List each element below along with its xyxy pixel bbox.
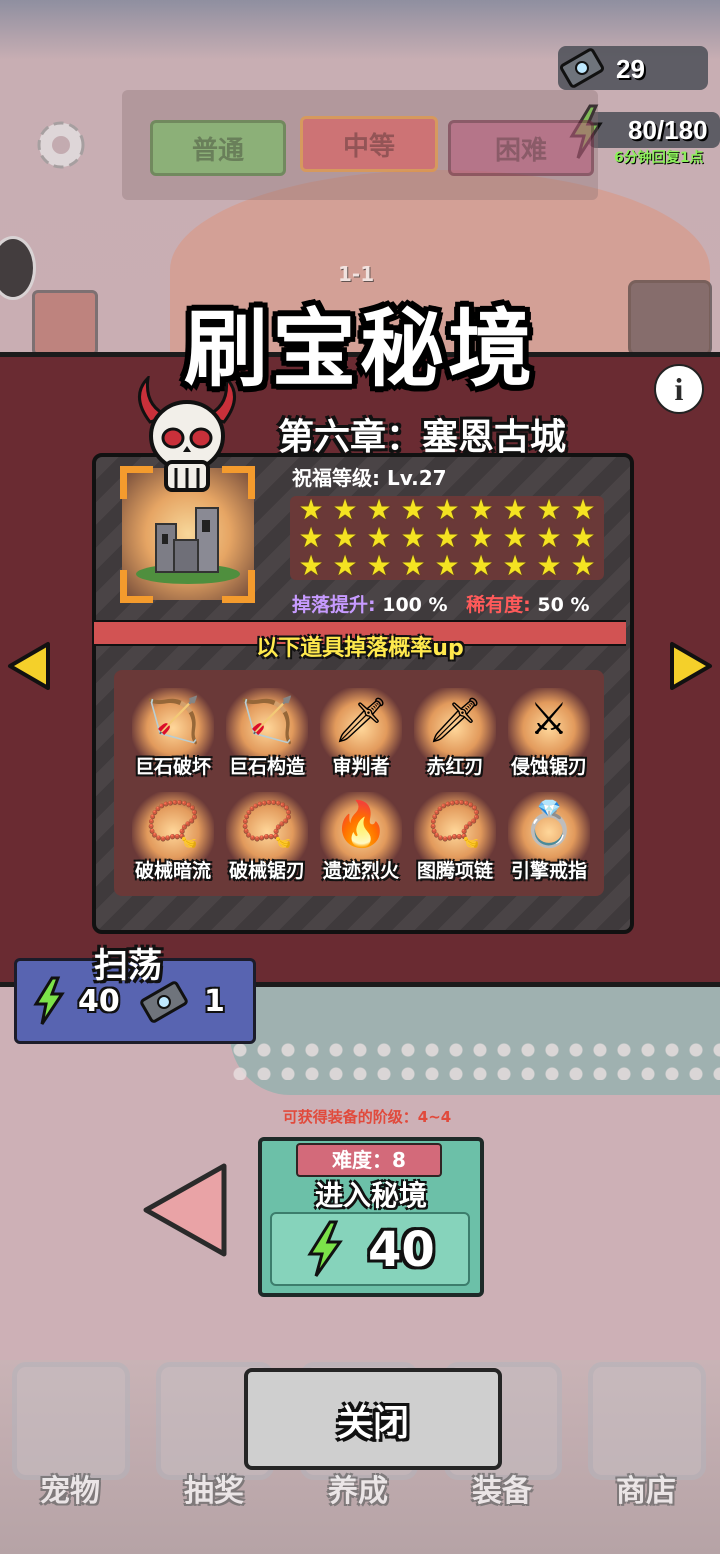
star-icon: ★ — [400, 493, 426, 526]
star-icon: ★ — [468, 521, 494, 554]
difficulty-badge: 难度：8 — [296, 1143, 442, 1177]
item-name: 侵蚀锯刃 — [510, 756, 587, 778]
star-icon: ★ — [366, 493, 392, 526]
ticket-icon — [560, 48, 604, 88]
boosted-item[interactable]: 💍 引擎戒指 — [504, 784, 594, 884]
star-icon: ★ — [298, 521, 324, 554]
selection-corner — [222, 570, 255, 603]
fire-ring-icon: 🔥 — [333, 799, 389, 850]
nav-pet[interactable] — [12, 1362, 130, 1480]
star-icon: ★ — [434, 493, 460, 526]
rarity-label: 稀有度: — [466, 594, 531, 616]
enter-cost: 40 — [368, 1222, 435, 1278]
saw-blade-icon: ⚔ — [529, 694, 569, 745]
star-grid: ★ ★ ★ ★ ★ ★ ★ ★ ★ ★ ★ ★ ★ ★ ★ ★ ★ ★ ★ ★ ★ ★ ★ ★ ★ ★ ★ — [290, 496, 604, 580]
sword-icon: 🗡 — [333, 695, 389, 746]
energy-value: 80/180 — [628, 115, 708, 145]
boosted-item[interactable]: 🗡 审判者 — [316, 680, 406, 780]
star-icon: ★ — [332, 521, 358, 554]
necklace-icon: 📿 — [239, 799, 295, 850]
item-name: 图腾项链 — [416, 860, 493, 882]
star-icon: ★ — [570, 521, 596, 554]
bow-icon: 🏹 — [145, 695, 201, 746]
back-arrow-icon[interactable] — [140, 1160, 232, 1260]
enter-energy-icon — [304, 1220, 346, 1278]
sweep-ticket-cost: 1 — [204, 984, 225, 1019]
star-icon: ★ — [502, 549, 528, 582]
enter-realm-label: 进入秘境 — [314, 1179, 427, 1212]
boosted-item[interactable]: 📿 破械锯刃 — [222, 784, 312, 884]
drop-boost-value: 100 % — [382, 594, 448, 616]
drop-rates: 掉落提升: 100 % 稀有度: 50 % — [292, 590, 590, 617]
rarity-value: 50 % — [537, 594, 590, 616]
settings-gear-icon[interactable] — [30, 114, 92, 176]
tab-hard[interactable]: 困难 — [448, 120, 594, 176]
item-name: 巨石破坏 — [134, 756, 211, 778]
tab-medium[interactable]: 中等 — [300, 116, 438, 172]
item-name: 审判者 — [332, 756, 390, 778]
ring-icon: 💍 — [521, 799, 577, 850]
boosted-item[interactable]: ⚔ 侵蚀锯刃 — [504, 680, 594, 780]
shop-icon — [588, 1362, 706, 1480]
drop-boost-label: 掉落提升: — [292, 594, 376, 616]
sweep-ticket-icon — [138, 978, 190, 1026]
nav-shop[interactable] — [588, 1362, 706, 1480]
sea-foam — [230, 1040, 720, 1080]
item-name: 破械锯刃 — [228, 860, 305, 882]
necklace-icon: 📿 — [145, 799, 201, 850]
boosted-item[interactable]: 🔥 遗迹烈火 — [316, 784, 406, 884]
selection-corner — [120, 570, 153, 603]
star-icon: ★ — [570, 549, 596, 582]
item-name: 遗迹烈火 — [322, 860, 399, 882]
star-icon: ★ — [502, 521, 528, 554]
nav-label-equipment: 装备 — [472, 1474, 532, 1509]
star-icon: ★ — [400, 549, 426, 582]
star-icon: ★ — [434, 521, 460, 554]
nav-label-pet: 宠物 — [40, 1474, 100, 1509]
blade-icon: 🗡 — [427, 695, 483, 746]
boosted-item[interactable]: 📿 破械暗流 — [128, 784, 218, 884]
item-name: 赤红刃 — [426, 756, 484, 778]
star-icon: ★ — [400, 521, 426, 554]
item-name: 引擎戒指 — [510, 860, 587, 882]
next-chapter-arrow-icon[interactable] — [668, 640, 714, 692]
star-icon: ★ — [332, 549, 358, 582]
boosted-item[interactable]: 🏹 巨石构造 — [222, 680, 312, 780]
equipment-tier-text: 可获得装备的阶级：4~4 — [282, 1108, 452, 1126]
star-icon: ★ — [536, 493, 562, 526]
sweep-energy-cost: 40 — [78, 984, 120, 1019]
drop-up-banner-text: 以下道具掉落概率up — [256, 636, 464, 661]
item-name: 巨石构造 — [228, 756, 305, 778]
ticket-count: 29 — [616, 54, 645, 84]
boosted-item[interactable]: 🗡 赤红刃 — [410, 680, 500, 780]
nav-label-shop: 商店 — [616, 1474, 676, 1509]
star-icon: ★ — [434, 549, 460, 582]
nav-label-lottery: 抽奖 — [184, 1474, 244, 1509]
star-icon: ★ — [366, 521, 392, 554]
star-icon: ★ — [298, 549, 324, 582]
item-name: 破械暗流 — [134, 860, 211, 882]
star-icon: ★ — [502, 493, 528, 526]
close-button-label: 关闭 — [336, 1403, 409, 1444]
boosted-item[interactable]: 📿 图腾项链 — [410, 784, 500, 884]
bless-level: 祝福等级: Lv.27 — [292, 466, 447, 490]
pet-icon — [12, 1362, 130, 1480]
star-icon: ★ — [366, 549, 392, 582]
prev-chapter-arrow-icon[interactable] — [6, 640, 52, 692]
necklace-icon: 📿 — [427, 799, 483, 850]
sweep-energy-icon — [32, 976, 66, 1026]
star-icon: ★ — [298, 493, 324, 526]
energy-regen-text: 6分钟回复1点 — [614, 150, 704, 166]
nav-label-upgrade: 养成 — [328, 1474, 388, 1509]
star-icon: ★ — [332, 493, 358, 526]
boosted-item[interactable]: 🏹 巨石破坏 — [128, 680, 218, 780]
tab-normal[interactable]: 普通 — [150, 120, 286, 176]
star-icon: ★ — [468, 549, 494, 582]
crossbow-icon: 🏹 — [239, 695, 295, 746]
star-icon: ★ — [570, 493, 596, 526]
star-icon: ★ — [468, 493, 494, 526]
panel-title: 刷宝秘境 — [183, 300, 536, 398]
star-icon: ★ — [536, 521, 562, 554]
star-icon: ★ — [536, 549, 562, 582]
